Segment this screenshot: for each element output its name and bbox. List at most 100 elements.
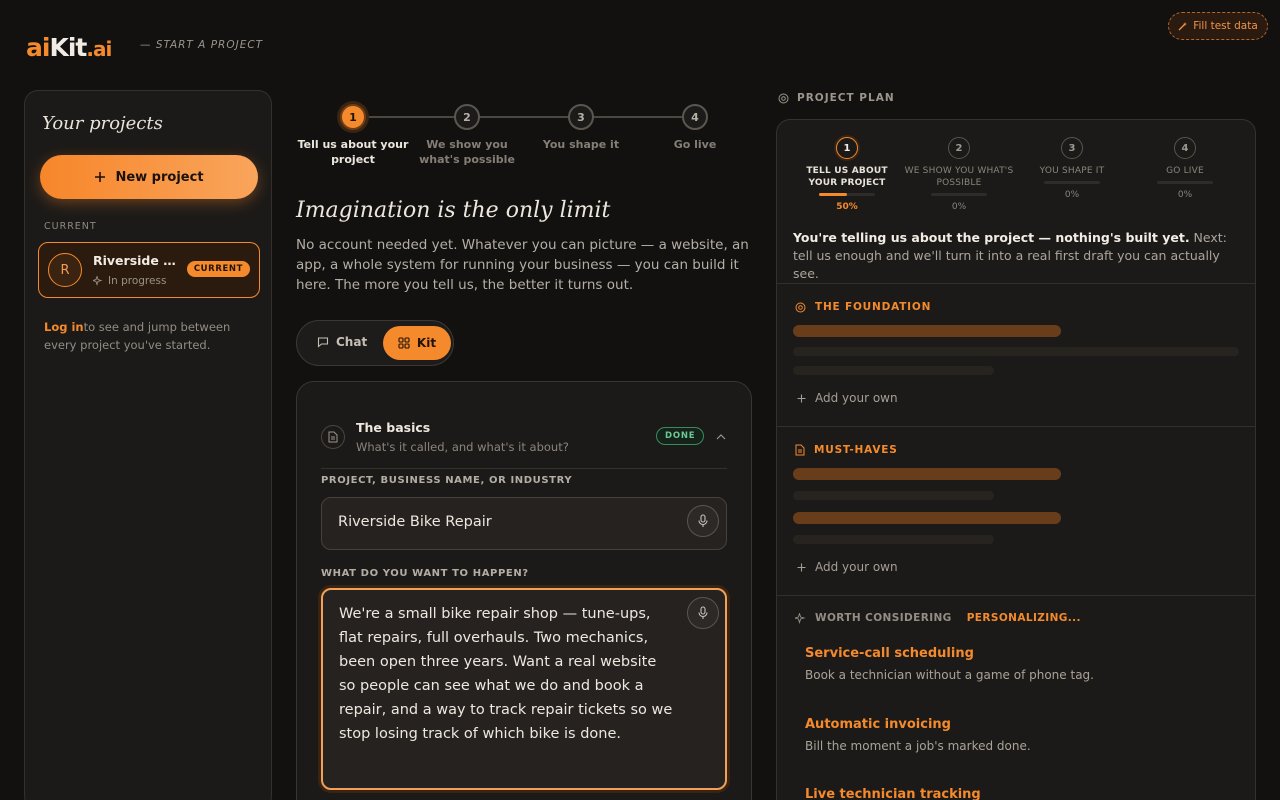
plan-step-1-label: TELL US ABOUT YOUR PROJECT bbox=[806, 166, 888, 188]
project-plan-title: PROJECT PLAN bbox=[797, 92, 895, 104]
plan-step-3-label: YOU SHAPE IT bbox=[1039, 166, 1105, 176]
must-haves-placeholder-bar bbox=[793, 512, 1061, 524]
chat-icon bbox=[317, 337, 329, 348]
plan-status-bold: You're telling us about the project — no… bbox=[793, 230, 1190, 245]
worth-divider bbox=[777, 595, 1255, 596]
document-icon bbox=[795, 444, 805, 456]
goals-field-label: WHAT DO YOU WANT TO HAPPEN? bbox=[321, 568, 529, 579]
plan-step-1-circle: 1 bbox=[836, 137, 858, 159]
kit-mode-label: Kit bbox=[416, 336, 437, 350]
plan-step-4-label: GO LIVE bbox=[1166, 166, 1204, 176]
plan-step-4-percent: 0% bbox=[1177, 190, 1193, 200]
plan-step-4-circle: 4 bbox=[1174, 137, 1196, 159]
basics-form-card: The basics What's it called, and what's … bbox=[296, 381, 752, 800]
plan-step-2: 2 WE SHOW YOU WHAT'S POSSIBLE 0% bbox=[903, 137, 1015, 212]
step-3-label: You shape it bbox=[542, 138, 620, 151]
current-badge: CURRENT bbox=[186, 261, 250, 277]
worth-considering-header: WORTH CONSIDERING PERSONALIZING... bbox=[795, 612, 1081, 624]
project-name-field-label: PROJECT, BUSINESS NAME, OR INDUSTRY bbox=[321, 475, 573, 486]
must-haves-placeholder-bar bbox=[793, 491, 994, 500]
plus-icon bbox=[95, 172, 106, 182]
current-section-label: CURRENT bbox=[44, 221, 97, 232]
suggestion-item[interactable]: Automatic invoicing Bill the moment a jo… bbox=[805, 717, 1031, 753]
done-badge: DONE bbox=[656, 427, 705, 445]
must-haves-section: MUST-HAVES Add your own bbox=[777, 426, 1255, 595]
login-link[interactable]: Log in bbox=[44, 320, 84, 334]
foundation-section: THE FOUNDATION Add your own bbox=[777, 283, 1255, 426]
suggestion-title: Automatic invoicing bbox=[805, 717, 951, 732]
foundation-placeholder-bar bbox=[793, 366, 994, 375]
step-4[interactable]: 4 Go live bbox=[638, 104, 752, 152]
new-project-label: New project bbox=[115, 169, 204, 185]
target-icon bbox=[778, 93, 789, 103]
suggestion-title: Live technician tracking bbox=[805, 787, 981, 800]
step-1-circle: 1 bbox=[340, 104, 366, 130]
project-status-text: In progress bbox=[108, 275, 167, 287]
suggestion-title: Service-call scheduling bbox=[805, 646, 974, 661]
plus-icon bbox=[797, 563, 806, 571]
microphone-icon[interactable] bbox=[687, 505, 719, 537]
project-name-input[interactable]: Riverside Bike Repair bbox=[321, 497, 727, 550]
step-3-circle: 3 bbox=[568, 104, 594, 130]
fill-test-data-button[interactable]: Fill test data bbox=[1168, 12, 1268, 40]
foundation-add-own-button[interactable]: Add your own bbox=[797, 391, 898, 405]
personalizing-status: PERSONALIZING... bbox=[966, 612, 1081, 624]
plan-step-3-progress-bar bbox=[1044, 181, 1100, 184]
goals-textarea[interactable]: We're a small bike repair shop — tune-up… bbox=[321, 588, 727, 790]
plan-step-1-progress-bar bbox=[819, 193, 875, 196]
step-2-label: We show you what's possible bbox=[419, 138, 515, 166]
suggestion-item[interactable]: Service-call scheduling Book a technicia… bbox=[805, 646, 1094, 682]
fill-test-data-label: Fill test data bbox=[1193, 20, 1258, 32]
step-3[interactable]: 3 You shape it bbox=[524, 104, 638, 152]
project-status: In progress bbox=[93, 275, 166, 287]
add-own-label: Add your own bbox=[815, 560, 898, 574]
step-4-label: Go live bbox=[673, 138, 717, 151]
page-headline: Imagination is the only limit bbox=[296, 198, 611, 223]
chevron-up-icon[interactable] bbox=[716, 430, 726, 443]
project-plan-panel: 1 TELL US ABOUT YOUR PROJECT 50% 2 WE SH… bbox=[776, 119, 1256, 800]
sparkle-icon bbox=[795, 612, 806, 624]
plan-step-2-label: WE SHOW YOU WHAT'S POSSIBLE bbox=[904, 166, 1014, 188]
plan-step-2-circle: 2 bbox=[948, 137, 970, 159]
project-name: Riverside Bike Repair bbox=[93, 253, 185, 268]
foundation-title-text: THE FOUNDATION bbox=[815, 301, 932, 313]
step-2[interactable]: 2 We show you what's possible bbox=[410, 104, 524, 167]
must-haves-title-text: MUST-HAVES bbox=[814, 444, 898, 456]
step-2-circle: 2 bbox=[454, 104, 480, 130]
step-1[interactable]: 1 Tell us about your project bbox=[296, 104, 410, 167]
plan-step-1-progress-fill bbox=[819, 193, 847, 196]
grid-icon bbox=[398, 337, 410, 349]
login-prompt: Log into see and jump between every proj… bbox=[44, 318, 259, 354]
target-icon bbox=[795, 302, 806, 312]
section-divider bbox=[321, 468, 727, 469]
section-title: The basics bbox=[356, 420, 431, 435]
plus-icon bbox=[797, 394, 806, 402]
plan-step-2-progress-bar bbox=[931, 193, 987, 196]
project-plan-header: PROJECT PLAN bbox=[778, 92, 895, 104]
suggestion-item[interactable]: Live technician tracking bbox=[805, 787, 981, 800]
must-haves-add-own-button[interactable]: Add your own bbox=[797, 560, 898, 574]
project-card-current[interactable]: R Riverside Bike Repair In progress CURR… bbox=[38, 242, 260, 298]
microphone-icon[interactable] bbox=[687, 597, 719, 629]
progress-stepper: 1 Tell us about your project 2 We show you… bbox=[296, 90, 752, 180]
worth-considering-title: WORTH CONSIDERING bbox=[815, 612, 952, 624]
sidebar-title: Your projects bbox=[42, 113, 163, 134]
plan-step-3-circle: 3 bbox=[1061, 137, 1083, 159]
intro-text: No account needed yet. Whatever you can … bbox=[296, 237, 749, 293]
new-project-button[interactable]: New project bbox=[40, 155, 258, 199]
app-root: aiKit.ai — START A PROJECT Fill test dat… bbox=[0, 0, 1280, 800]
suggestion-description: Bill the moment a job's marked done. bbox=[805, 739, 1031, 753]
plan-status-text: You're telling us about the project — no… bbox=[793, 229, 1233, 283]
kit-mode-button[interactable]: Kit bbox=[383, 326, 451, 360]
foundation-placeholder-bar bbox=[793, 347, 1239, 356]
chat-mode-button[interactable]: Chat bbox=[317, 335, 367, 349]
main-column: 1 Tell us about your project 2 We show you… bbox=[296, 90, 752, 800]
projects-sidebar: Your projects New project CURRENT R Rive… bbox=[24, 90, 272, 800]
must-haves-placeholder-bar bbox=[793, 535, 994, 544]
section-subtitle: What's it called, and what's it about? bbox=[356, 440, 569, 454]
plan-step-1: 1 TELL US ABOUT YOUR PROJECT 50% bbox=[791, 137, 903, 212]
step-4-circle: 4 bbox=[682, 104, 708, 130]
must-haves-title: MUST-HAVES bbox=[795, 444, 898, 456]
brand-logo[interactable]: aiKit.ai bbox=[26, 33, 112, 62]
step-1-label: Tell us about your project bbox=[297, 138, 409, 166]
